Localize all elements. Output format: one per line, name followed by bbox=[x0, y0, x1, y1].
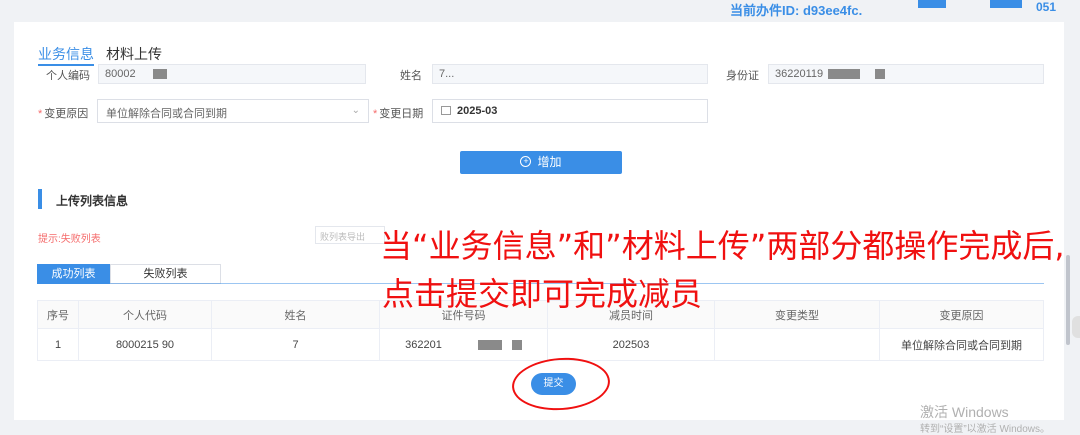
annotation-line-1: 当“业务信息”和”材料上传”两部分都操作完成后, bbox=[380, 227, 1065, 265]
cell-seq: 1 bbox=[37, 328, 79, 361]
column-header: 姓名 bbox=[211, 300, 380, 329]
chevron-down-icon: ⌄ bbox=[351, 105, 360, 116]
date-picker[interactable]: 2025-03 bbox=[432, 99, 708, 123]
badge-number: 051 bbox=[1036, 0, 1057, 14]
cell-name: 7 bbox=[211, 328, 380, 361]
tab-success-list[interactable]: 成功列表 bbox=[37, 264, 110, 284]
reason-select[interactable]: 单位解除合同或合同到期 ⌄ bbox=[97, 99, 369, 123]
section-accent-bar bbox=[38, 189, 42, 209]
side-handle[interactable] bbox=[1072, 316, 1080, 338]
table-row: 1 8000215 90 7 362201 202503 单位解除合同或合同到期 bbox=[37, 328, 1044, 361]
date-label: * 变更日期 bbox=[373, 108, 424, 120]
id-input[interactable]: 36220119 bbox=[768, 64, 1044, 84]
failure-hint: 提示:失败列表 bbox=[38, 234, 101, 245]
cell-id: 362201 bbox=[379, 328, 548, 361]
id-label: 身份证 bbox=[726, 70, 759, 82]
personal-code-value: 80002 bbox=[105, 68, 136, 80]
export-failed-button[interactable]: 败列表导出 bbox=[315, 226, 385, 244]
tab-material-upload[interactable]: 材料上传 bbox=[106, 44, 162, 64]
column-header: 个人代码 bbox=[78, 300, 212, 329]
cell-code: 8000215 90 bbox=[78, 328, 212, 361]
upload-list-title: 上传列表信息 bbox=[56, 194, 129, 208]
redaction bbox=[152, 69, 167, 80]
name-label: 姓名 bbox=[400, 70, 422, 82]
tab-failed-list[interactable]: 失败列表 bbox=[110, 264, 221, 284]
cell-time: 202503 bbox=[547, 328, 715, 361]
toolbar-icon[interactable] bbox=[990, 0, 1022, 8]
personal-code-input[interactable]: 80002 bbox=[98, 64, 366, 84]
cell-reason: 单位解除合同或合同到期 bbox=[879, 328, 1044, 361]
personal-code-label: 个人编码 bbox=[46, 70, 90, 82]
plus-circle-icon: + bbox=[520, 156, 532, 168]
reason-label: * 变更原因 bbox=[38, 108, 89, 120]
name-input[interactable]: 7... bbox=[432, 64, 708, 84]
tab-business-info[interactable]: 业务信息 bbox=[38, 44, 94, 64]
windows-watermark-subtitle: 转到“设置”以激活 Windows。 bbox=[920, 424, 1051, 435]
windows-watermark-title: 激活 Windows bbox=[920, 404, 1009, 420]
redaction bbox=[875, 69, 886, 80]
calendar-icon bbox=[441, 105, 451, 115]
scrollbar[interactable] bbox=[1066, 255, 1070, 345]
name-value: 7... bbox=[439, 68, 455, 80]
tab-active-indicator bbox=[38, 64, 94, 66]
cell-type bbox=[714, 328, 880, 361]
id-value: 36220119 bbox=[775, 68, 824, 80]
add-button[interactable]: + 增加 bbox=[460, 151, 622, 174]
annotation-line-2: 点击提交即可完成减员 bbox=[382, 275, 703, 313]
top-bar: 当前办件ID: d93ee4fc. 051 bbox=[0, 0, 1080, 22]
reason-value: 单位解除合同或合同到期 bbox=[106, 108, 227, 120]
case-id: 当前办件ID: d93ee4fc. bbox=[730, 3, 863, 18]
toolbar-icon[interactable] bbox=[918, 0, 946, 8]
redaction bbox=[828, 69, 861, 80]
date-value: 2025-03 bbox=[457, 105, 498, 117]
column-header: 序号 bbox=[37, 300, 79, 329]
